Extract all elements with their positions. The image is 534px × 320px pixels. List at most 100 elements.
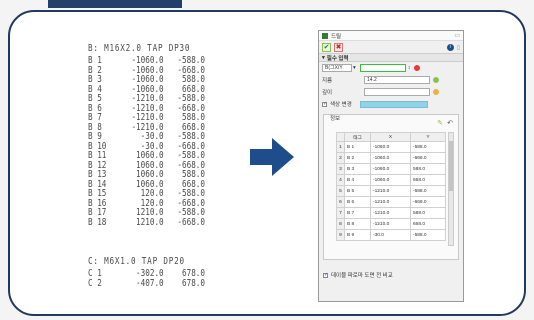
drawing-cell-y: -668.0 — [177, 216, 205, 228]
drawing-row: B 11 1060.0 -588.0 — [88, 150, 244, 161]
spin-icon[interactable]: ↕ — [408, 65, 411, 71]
column-header[interactable]: X — [369, 132, 411, 142]
table-cell-x[interactable]: -1210.0 — [369, 185, 411, 197]
table-body: 1B 1 -1060.0 -588.0 2 B 2 -1060.0 -668.0 3 B 3 -1… — [336, 141, 447, 241]
table-cell-y[interactable]: -668.0 — [409, 196, 447, 208]
type-select[interactable]: B(그X/Y — [322, 64, 352, 72]
drawing-title-b: B: M16X2.0 TAP DP30 — [88, 43, 191, 54]
right-arrow-icon — [250, 138, 294, 176]
table-row[interactable]: 8B 8 -1210.0 668.0 — [336, 218, 447, 230]
row-number: 1 — [336, 141, 345, 153]
drawing-cell-id: C 2 — [88, 277, 102, 289]
color-checkbox[interactable] — [322, 101, 327, 107]
table-cell-x[interactable]: -1060.0 — [369, 163, 411, 175]
table-cell-y[interactable]: 668.0 — [409, 218, 447, 230]
required-section-header[interactable]: ▾ 필수 입력 — [319, 53, 463, 62]
table-cell-tag[interactable]: B 9 — [344, 229, 371, 241]
drawing-row: B 2 -1060.0 -668.0 — [88, 65, 244, 76]
section-label: 필수 입력 — [326, 55, 349, 62]
drawing-row: B 12 1060.0 -668.0 — [88, 160, 244, 171]
drawing-row: B 14 1060.0 668.0 — [88, 179, 244, 190]
table-cell-y[interactable]: -668.0 — [409, 152, 447, 164]
table-cell-tag[interactable]: B 6 — [344, 196, 371, 208]
compare-checkbox[interactable] — [323, 272, 328, 278]
drawing-row: B 10 -30.0 -668.0 — [88, 141, 244, 152]
table-cell-tag[interactable]: B 3 — [344, 163, 371, 175]
drawing-title-c: C: M6X1.0 TAP DP20 — [88, 256, 185, 267]
drawing-row: B 6 -1210.0 -668.0 — [88, 103, 244, 114]
cancel-button[interactable]: ✖ — [334, 42, 343, 52]
table-row[interactable]: 4B 4 -1060.0 668.0 — [336, 174, 447, 186]
drawing-rows-c: C 1 -302.0 678.0 C 2 -407.0 678.0 — [88, 268, 244, 289]
table-row[interactable]: 9B 9 -30.0 -588.0 — [336, 229, 447, 241]
table-row[interactable]: 7B 7 -1210.0 588.0 — [336, 207, 447, 219]
drawing-cell-x: 1210.0 — [136, 216, 164, 228]
dialog-toolbar: ✔ ✖ i ▯ — [319, 41, 463, 53]
table-cell-x[interactable]: -30.0 — [369, 229, 411, 241]
table-row[interactable]: 3B 3 -1060.0 588.0 — [336, 163, 447, 175]
compare-option: 데이블 파로마 도면 전 비교 — [323, 271, 393, 279]
depth-label: 깊이 — [322, 90, 333, 96]
drawing-row: B 16 120.0 -668.0 — [88, 198, 244, 209]
table-row[interactable]: 1B 1 -1060.0 -588.0 — [336, 141, 447, 153]
collapse-icon: ▾ — [322, 54, 325, 61]
drawing-row: B 13 1060.0 588.0 — [88, 169, 244, 180]
app-icon — [322, 32, 328, 39]
row-number: 7 — [336, 207, 345, 219]
column-header[interactable]: 태그 — [344, 132, 371, 142]
drawing-cell-y: 678.0 — [181, 277, 205, 289]
scroll-thumb[interactable] — [449, 141, 453, 191]
table-cell-tag[interactable]: B 8 — [344, 218, 371, 230]
table-row[interactable]: 6B 6 -1210.0 -668.0 — [336, 196, 447, 208]
depth-input[interactable] — [364, 88, 430, 96]
table-cell-x[interactable]: -1060.0 — [369, 141, 411, 153]
info-group: 정보 ✎ ↶ 태그 X Y 1B 1 -1060.0 -588.0 2 B 2 -1060… — [323, 114, 459, 260]
table-cell-x[interactable]: -1060.0 — [369, 152, 411, 164]
ok-button[interactable]: ✔ — [322, 42, 331, 52]
diameter-label: 지름 — [322, 78, 333, 84]
drawing-row: B 18 1210.0 -668.0 — [88, 216, 244, 228]
drawing-cell-id: B 18 — [88, 216, 107, 228]
diameter-input[interactable]: 14.2 — [364, 76, 430, 84]
table-cell-y[interactable]: -588.0 — [409, 141, 447, 153]
table-cell-y[interactable]: 588.0 — [409, 163, 447, 175]
table-cell-tag[interactable]: B 7 — [344, 207, 371, 219]
table-row[interactable]: 2B 2 -1060.0 -668.0 — [336, 152, 447, 164]
table-cell-tag[interactable]: B 2 — [344, 152, 371, 164]
row-number: 2 — [336, 152, 345, 164]
table-cell-y[interactable]: -588.0 — [409, 185, 447, 197]
dialog-title: 드릴 — [331, 33, 342, 40]
color-swatch[interactable] — [360, 100, 428, 108]
pick-icon[interactable] — [413, 65, 420, 71]
dialog-titlebar: 드릴 ▭ — [319, 31, 463, 41]
column-header[interactable]: Y — [409, 132, 447, 142]
drawing-row: C 1 -302.0 678.0 — [88, 268, 244, 279]
drawing-row: B 15 120.0 -588.0 — [88, 188, 244, 199]
row-number: 5 — [336, 185, 345, 197]
table-row[interactable]: 5B 5 -1210.0 -588.0 — [336, 185, 447, 197]
table-cell-x[interactable]: -1210.0 — [369, 207, 411, 219]
option-icon[interactable] — [433, 89, 439, 95]
row-number: 6 — [336, 196, 345, 208]
close-icon[interactable]: ▭ — [454, 32, 460, 39]
type-input[interactable] — [359, 64, 406, 72]
pin-icon[interactable]: ▯ — [457, 44, 460, 51]
drawing-rows-b: B 1 -1060.0 -588.0 B 2 -1060.0 -668.0 B 3 -1060… — [88, 55, 244, 228]
table-cell-x[interactable]: -1210.0 — [369, 196, 411, 208]
table-cell-y[interactable]: -588.0 — [409, 229, 447, 241]
undo-icon[interactable]: ↶ — [446, 120, 454, 128]
table-cell-tag[interactable]: B 4 — [344, 174, 371, 186]
info-icon[interactable]: i — [446, 43, 454, 51]
edit-icon[interactable]: ✎ — [436, 120, 444, 128]
table-cell-y[interactable]: 668.0 — [409, 174, 447, 186]
table-cell-x[interactable]: -1060.0 — [369, 174, 411, 186]
table-cell-y[interactable]: 588.0 — [409, 207, 447, 219]
table-cell-x[interactable]: -1210.0 — [369, 218, 411, 230]
plus-icon[interactable] — [433, 77, 439, 83]
table-cell-tag[interactable]: B 5 — [344, 185, 371, 197]
depth-row: 깊이 — [319, 86, 463, 98]
info-label: 정보 — [330, 116, 341, 122]
table-scrollbar[interactable] — [448, 132, 454, 246]
table-tools: ✎ ↶ — [436, 120, 454, 128]
table-cell-tag[interactable]: B 1 — [344, 141, 371, 153]
